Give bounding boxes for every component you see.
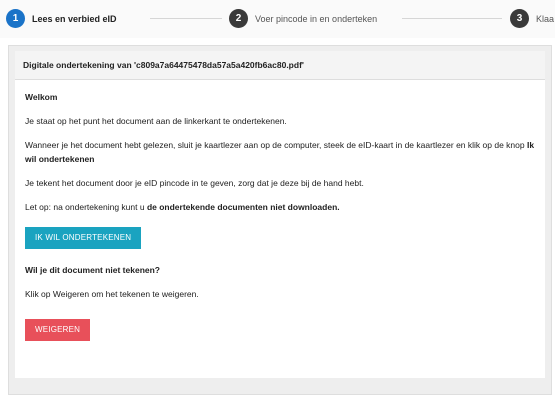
instructions-text: Wanneer je het document hebt gelezen, sl… xyxy=(25,138,535,166)
step-number: 2 xyxy=(229,9,248,28)
instructions-prefix: Wanneer je het document hebt gelezen, sl… xyxy=(25,140,527,150)
panel-title: Digitale ondertekening van 'c809a7a64475… xyxy=(15,51,545,80)
step-number: 3 xyxy=(510,9,529,28)
refuse-button[interactable]: Weigeren xyxy=(25,319,91,341)
warning-prefix: Let op: na ondertekening kunt u xyxy=(25,202,147,212)
sign-button[interactable]: Ik wil ondertekenen xyxy=(25,227,142,249)
step-number: 1 xyxy=(6,9,25,28)
pincode-text: Je tekent het document door je eID pinco… xyxy=(25,178,364,188)
step-label: Voer pincode in en onderteken xyxy=(255,13,378,24)
panel-body: Welkom Je staat op het punt het document… xyxy=(15,80,545,378)
intro-text: Je staat op het punt het document aan de… xyxy=(25,116,287,126)
step-3: 3 Klaa xyxy=(510,9,554,28)
step-connector xyxy=(150,18,222,19)
step-label: Klaa xyxy=(536,13,555,24)
step-2: 2 Voer pincode in en onderteken xyxy=(229,9,377,28)
refuse-text: Klik op Weigeren om het tekenen te weige… xyxy=(25,289,199,299)
refuse-title: Wil je dit document niet tekenen? xyxy=(25,265,160,275)
step-label: Lees en verbied eID xyxy=(32,13,117,24)
step-connector xyxy=(402,18,502,19)
step-1: 1 Lees en verbied eID xyxy=(6,9,117,28)
warning-bold: de ondertekende documenten niet download… xyxy=(146,202,340,212)
welcome-heading: Welkom xyxy=(25,92,58,102)
warning-text: Let op: na ondertekening kunt u de onder… xyxy=(25,200,535,214)
signing-panel: Digitale ondertekening van 'c809a7a64475… xyxy=(8,45,552,395)
progress-steps: 1 Lees en verbied eID 2 Voer pincode in … xyxy=(0,0,555,38)
